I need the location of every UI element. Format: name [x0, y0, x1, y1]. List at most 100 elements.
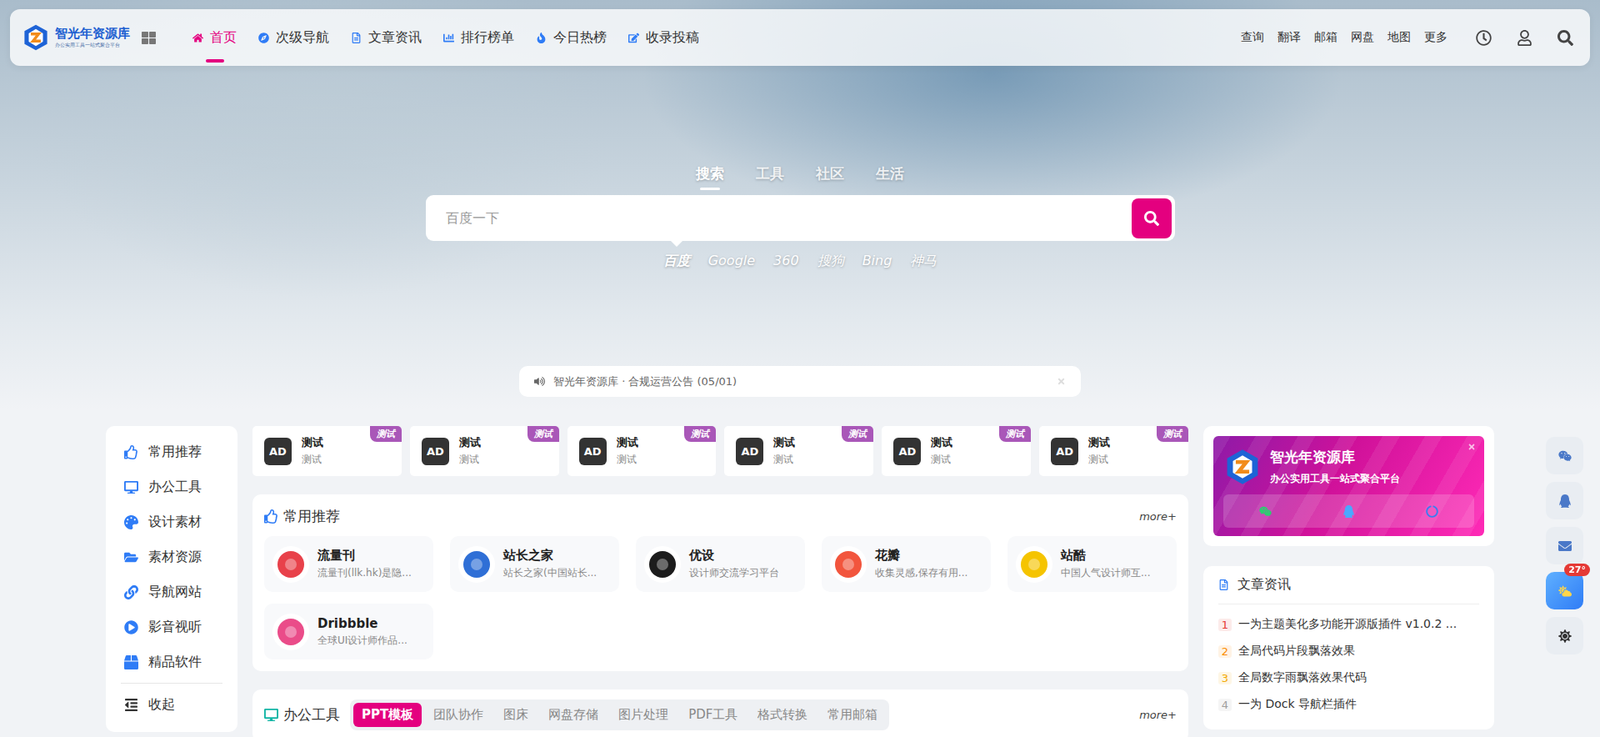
- weather-button[interactable]: 27°: [1545, 571, 1584, 610]
- engine-option[interactable]: 360: [773, 252, 800, 270]
- ring-link[interactable]: [1425, 505, 1439, 518]
- site-card[interactable]: 流量刊流量刊(llk.hk)是隐...: [264, 535, 434, 592]
- logo[interactable]: 智光年资源库办公实用工具一站式聚合平台: [21, 23, 130, 52]
- logo-icon: [1223, 447, 1262, 486]
- main-nav: 首页次级导航文章资讯排行榜单今日热榜收录投稿: [192, 9, 700, 66]
- category-icon: [124, 550, 139, 565]
- wechat-button[interactable]: [1545, 436, 1584, 475]
- article-item[interactable]: 2 全局代码片段飘落效果: [1218, 637, 1480, 665]
- nav-item[interactable]: 文章资讯: [350, 9, 422, 66]
- nav-item[interactable]: 收录投稿: [628, 9, 700, 66]
- search-tab[interactable]: 工具: [755, 164, 785, 190]
- search-submit[interactable]: [1131, 198, 1172, 239]
- ad-card[interactable]: AD测试测试测试: [567, 425, 717, 476]
- history-button[interactable]: [1475, 30, 1492, 46]
- ad-text: 测试测试: [1088, 435, 1110, 467]
- sidebar-item[interactable]: 导航网站: [114, 574, 230, 610]
- wechat-link[interactable]: [1259, 505, 1272, 518]
- article-item[interactable]: 4一为 Dock 导航栏插件: [1218, 690, 1480, 718]
- theme-button[interactable]: [1545, 616, 1584, 655]
- quick-link[interactable]: 翻译: [1277, 30, 1301, 45]
- ad-card[interactable]: AD测试测试测试: [724, 425, 874, 476]
- notice-bar[interactable]: 智光年资源库 · 合规运营公告 (05/01): [519, 365, 1081, 397]
- sidebar-item[interactable]: 设计素材: [114, 504, 230, 540]
- office-tab[interactable]: 图床: [495, 702, 537, 727]
- ad-badge: 测试: [841, 425, 874, 442]
- ad-card[interactable]: AD测试测试测试: [1039, 425, 1189, 476]
- logo-subtitle: 办公实用工具一站式聚合平台: [55, 41, 130, 50]
- apps-button[interactable]: [141, 30, 156, 45]
- mail-button[interactable]: [1545, 526, 1584, 565]
- office-tab[interactable]: PPT模板: [353, 702, 422, 727]
- sidebar-item[interactable]: 办公工具: [114, 469, 230, 505]
- article-rank: 2: [1218, 645, 1232, 658]
- quick-link[interactable]: 地图: [1387, 30, 1411, 45]
- qq-button[interactable]: [1545, 481, 1584, 520]
- promo-subtitle: 办公实用工具一站式聚合平台: [1270, 471, 1400, 486]
- office-tab[interactable]: 网盘存储: [540, 702, 607, 727]
- quick-link[interactable]: 查询: [1240, 30, 1265, 45]
- promo-title: 智光年资源库: [1270, 447, 1400, 467]
- quick-links: 查询翻译邮箱网盘地图更多: [1240, 30, 1448, 45]
- article-item[interactable]: 1一为主题美化多功能开源版插件 v1.0.2 ...: [1218, 610, 1480, 638]
- office-tab[interactable]: 常用邮箱: [819, 702, 886, 727]
- nav-item[interactable]: 首页: [192, 9, 237, 66]
- search-tab[interactable]: 搜索: [695, 164, 725, 190]
- search-button[interactable]: [1557, 30, 1574, 46]
- nav-item[interactable]: 次级导航: [258, 9, 330, 66]
- article-title: 全局代码片段飘落效果: [1238, 643, 1355, 659]
- more-link[interactable]: more+: [1139, 510, 1177, 523]
- articles-list: 1一为主题美化多功能开源版插件 v1.0.2 ... 2 全局代码片段飘落效果 3全局…: [1218, 610, 1480, 718]
- more-link[interactable]: more+: [1139, 708, 1177, 721]
- nav-item[interactable]: 排行榜单: [443, 9, 515, 66]
- nav-icon: [350, 32, 362, 44]
- office-tab[interactable]: 图片处理: [610, 702, 677, 727]
- ad-card[interactable]: AD测试测试测试: [252, 425, 402, 476]
- engine-option[interactable]: Google: [708, 252, 755, 270]
- office-tab[interactable]: 格式转换: [749, 702, 816, 727]
- sidebar-item[interactable]: 素材资源: [114, 539, 230, 575]
- engine-option[interactable]: 百度: [663, 252, 690, 270]
- article-item[interactable]: 3全局数字雨飘落效果代码: [1218, 664, 1480, 691]
- office-tab[interactable]: 团队协作: [425, 702, 492, 727]
- quick-link[interactable]: 邮箱: [1314, 30, 1338, 45]
- search-tab[interactable]: 生活: [875, 164, 905, 190]
- sidebar-item[interactable]: 精品软件: [114, 644, 230, 680]
- site-desc: 全球UI设计师作品...: [317, 633, 408, 648]
- site-card[interactable]: 站酷中国人气设计师互...: [1007, 535, 1177, 592]
- ad-card[interactable]: AD测试测试测试: [410, 425, 560, 476]
- nav-item[interactable]: 今日热榜: [535, 9, 607, 66]
- search-tab[interactable]: 社区: [815, 164, 845, 190]
- site-card[interactable]: 站长之家站长之家(中国站长...: [450, 535, 620, 592]
- quick-link[interactable]: 更多: [1424, 30, 1448, 45]
- quick-link[interactable]: 网盘: [1350, 30, 1375, 45]
- engine-option[interactable]: 搜狗: [817, 252, 845, 270]
- sidebar-divider: [120, 682, 223, 684]
- notice-text: 智光年资源库 · 合规运营公告 (05/01): [553, 374, 1049, 390]
- sidebar-item[interactable]: 影音视听: [114, 609, 230, 645]
- engine-option[interactable]: 神马: [910, 252, 937, 270]
- promo-text: 智光年资源库办公实用工具一站式聚合平台: [1270, 447, 1400, 486]
- site-logo-icon: [834, 550, 863, 579]
- office-tab[interactable]: PDF工具: [680, 702, 746, 727]
- ad-card[interactable]: AD测试测试测试: [881, 425, 1031, 476]
- article-rank: 3: [1218, 671, 1232, 685]
- user-button[interactable]: [1516, 30, 1533, 46]
- site-card[interactable]: 优设设计师交流学习平台: [635, 535, 805, 592]
- promo-banner[interactable]: 智光年资源库办公实用工具一站式聚合平台: [1213, 435, 1485, 536]
- sidebar-item[interactable]: 常用推荐: [114, 434, 230, 470]
- ad-logo: AD: [579, 437, 607, 465]
- site-card[interactable]: Dribbble全球UI设计师作品...: [264, 603, 434, 660]
- right-column: 智光年资源库办公实用工具一站式聚合平台文章资讯1一为主题美化多功能开源版插件 v…: [1203, 425, 1495, 730]
- ad-badge: 测试: [527, 425, 560, 442]
- notice-close[interactable]: [1056, 376, 1066, 386]
- promo-close[interactable]: [1467, 442, 1476, 451]
- site-card[interactable]: 花瓣收集灵感,保存有用...: [821, 535, 991, 592]
- close-icon: [1467, 442, 1476, 451]
- ring-icon: [1425, 505, 1439, 518]
- engine-option[interactable]: Bing: [862, 252, 893, 270]
- wechat-icon: [1558, 449, 1572, 463]
- qq-link[interactable]: [1342, 505, 1355, 518]
- search-input[interactable]: [444, 210, 1132, 227]
- collapse-button[interactable]: 收起: [114, 686, 230, 722]
